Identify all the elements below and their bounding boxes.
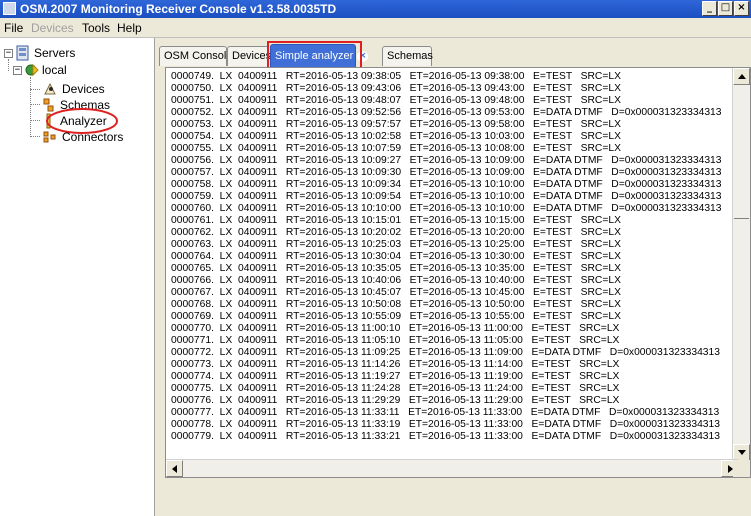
menu-file[interactable]: File bbox=[4, 21, 23, 35]
vertical-scrollbar[interactable] bbox=[732, 68, 750, 461]
log-line[interactable]: 0000772. LX 0400911 RT=2016-05-13 11:09:… bbox=[171, 347, 733, 359]
window-titlebar[interactable]: OSM.2007 Monitoring Receiver Console v1.… bbox=[0, 0, 751, 18]
close-button[interactable]: × bbox=[734, 1, 749, 16]
tab-osm-console[interactable]: OSM Console bbox=[159, 46, 232, 66]
arrow-up-icon bbox=[738, 74, 746, 79]
log-line[interactable]: 0000761. LX 0400911 RT=2016-05-13 10:15:… bbox=[171, 215, 733, 227]
arrow-down-icon bbox=[738, 450, 746, 455]
log-line[interactable]: 0000749. LX 0400911 RT=2016-05-13 09:38:… bbox=[171, 71, 733, 83]
tab-devices[interactable]: Devices bbox=[227, 46, 272, 66]
servers-icon bbox=[16, 45, 29, 61]
log-line[interactable]: 0000763. LX 0400911 RT=2016-05-13 10:25:… bbox=[171, 239, 733, 251]
app-icon bbox=[3, 2, 16, 15]
horizontal-scrollbar[interactable] bbox=[166, 459, 738, 477]
log-line[interactable]: 0000758. LX 0400911 RT=2016-05-13 10:09:… bbox=[171, 179, 733, 191]
event-log-list[interactable]: 0000749. LX 0400911 RT=2016-05-13 09:38:… bbox=[171, 71, 733, 459]
simple-analyzer-panel: 0000749. LX 0400911 RT=2016-05-13 09:38:… bbox=[165, 67, 751, 478]
tree-item-servers[interactable]: Servers bbox=[34, 46, 75, 60]
window-controls: _ □ × bbox=[702, 1, 749, 16]
tab-devices-label: Devices bbox=[232, 50, 272, 62]
log-line[interactable]: 0000770. LX 0400911 RT=2016-05-13 11:00:… bbox=[171, 323, 733, 335]
log-line[interactable]: 0000764. LX 0400911 RT=2016-05-13 10:30:… bbox=[171, 251, 733, 263]
server-tree-panel: − Servers − local Devices Schemas Analyz… bbox=[0, 38, 155, 516]
log-line[interactable]: 0000776. LX 0400911 RT=2016-05-13 11:29:… bbox=[171, 395, 733, 407]
menu-bar: File Devices Tools Help bbox=[0, 18, 751, 38]
tree-line bbox=[30, 120, 40, 121]
log-line[interactable]: 0000774. LX 0400911 RT=2016-05-13 11:19:… bbox=[171, 371, 733, 383]
log-line[interactable]: 0000769. LX 0400911 RT=2016-05-13 10:55:… bbox=[171, 311, 733, 323]
server-tree: − Servers − local Devices Schemas Analyz… bbox=[0, 38, 154, 238]
log-line[interactable]: 0000773. LX 0400911 RT=2016-05-13 11:14:… bbox=[171, 359, 733, 371]
tree-line bbox=[30, 77, 31, 137]
tree-item-local[interactable]: local bbox=[42, 63, 67, 77]
tree-item-connectors[interactable]: Connectors bbox=[62, 130, 123, 144]
arrow-left-icon bbox=[172, 465, 177, 473]
log-line[interactable]: 0000778. LX 0400911 RT=2016-05-13 11:33:… bbox=[171, 419, 733, 431]
local-collapse-toggle[interactable]: − bbox=[13, 66, 22, 75]
log-line[interactable]: 0000775. LX 0400911 RT=2016-05-13 11:24:… bbox=[171, 383, 733, 395]
log-line[interactable]: 0000752. LX 0400911 RT=2016-05-13 09:52:… bbox=[171, 107, 733, 119]
tab-schemas-label: Schemas bbox=[387, 50, 433, 62]
scroll-left-button[interactable] bbox=[166, 460, 183, 477]
log-line[interactable]: 0000754. LX 0400911 RT=2016-05-13 10:02:… bbox=[171, 131, 733, 143]
log-line[interactable]: 0000757. LX 0400911 RT=2016-05-13 10:09:… bbox=[171, 167, 733, 179]
log-line[interactable]: 0000767. LX 0400911 RT=2016-05-13 10:45:… bbox=[171, 287, 733, 299]
local-server-icon bbox=[25, 63, 39, 77]
minimize-button[interactable]: _ bbox=[702, 1, 717, 16]
log-line[interactable]: 0000755. LX 0400911 RT=2016-05-13 10:07:… bbox=[171, 143, 733, 155]
scrollbar-corner bbox=[733, 460, 750, 477]
log-line[interactable]: 0000750. LX 0400911 RT=2016-05-13 09:43:… bbox=[171, 83, 733, 95]
maximize-button[interactable]: □ bbox=[718, 1, 733, 16]
devices-icon bbox=[44, 82, 56, 95]
tab-osm-console-label: OSM Console bbox=[164, 50, 233, 62]
window-title: OSM.2007 Monitoring Receiver Console v1.… bbox=[20, 2, 337, 16]
log-line[interactable]: 0000760. LX 0400911 RT=2016-05-13 10:10:… bbox=[171, 203, 733, 215]
menu-help[interactable]: Help bbox=[117, 21, 142, 35]
tab-schemas[interactable]: Schemas bbox=[382, 46, 433, 66]
scroll-up-button[interactable] bbox=[733, 68, 750, 85]
tree-line bbox=[30, 104, 40, 105]
tree-item-devices[interactable]: Devices bbox=[62, 82, 105, 96]
log-line[interactable]: 0000766. LX 0400911 RT=2016-05-13 10:40:… bbox=[171, 275, 733, 287]
tree-line bbox=[30, 89, 40, 90]
log-line[interactable]: 0000771. LX 0400911 RT=2016-05-13 11:05:… bbox=[171, 335, 733, 347]
log-line[interactable]: 0000762. LX 0400911 RT=2016-05-13 10:20:… bbox=[171, 227, 733, 239]
tree-line bbox=[8, 59, 9, 71]
log-line[interactable]: 0000756. LX 0400911 RT=2016-05-13 10:09:… bbox=[171, 155, 733, 167]
log-line[interactable]: 0000759. LX 0400911 RT=2016-05-13 10:09:… bbox=[171, 191, 733, 203]
menu-devices[interactable]: Devices bbox=[31, 21, 74, 35]
log-line[interactable]: 0000765. LX 0400911 RT=2016-05-13 10:35:… bbox=[171, 263, 733, 275]
log-line[interactable]: 0000753. LX 0400911 RT=2016-05-13 09:57:… bbox=[171, 119, 733, 131]
tree-line bbox=[30, 136, 40, 137]
log-line[interactable]: 0000779. LX 0400911 RT=2016-05-13 11:33:… bbox=[171, 431, 733, 443]
tab-strip: OSM Console Devices Simple analyzer × Sch… bbox=[155, 38, 751, 70]
log-line[interactable]: 0000768. LX 0400911 RT=2016-05-13 10:50:… bbox=[171, 299, 733, 311]
servers-collapse-toggle[interactable]: − bbox=[4, 49, 13, 58]
log-line[interactable]: 0000751. LX 0400911 RT=2016-05-13 09:48:… bbox=[171, 95, 733, 107]
menu-tools[interactable]: Tools bbox=[82, 21, 110, 35]
connectors-icon bbox=[43, 131, 56, 143]
log-line[interactable]: 0000777. LX 0400911 RT=2016-05-13 11:33:… bbox=[171, 407, 733, 419]
tab-highlight-box bbox=[267, 41, 362, 70]
scroll-thumb[interactable] bbox=[734, 218, 749, 224]
